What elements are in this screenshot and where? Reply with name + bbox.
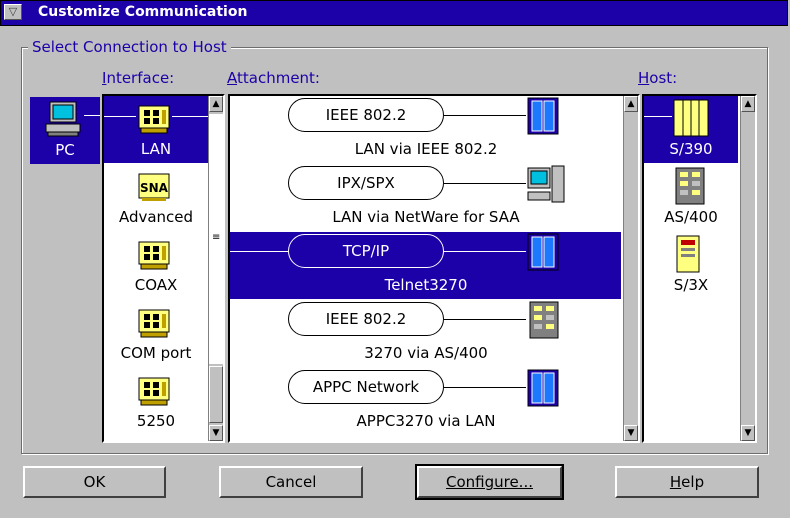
attachment-item[interactable]: IEEE 802.2 LAN via IEEE 802.2 — [230, 96, 621, 163]
attachment-items: IEEE 802.2 LAN via IEEE 802.2 IPX/SPX LAN v… — [230, 96, 621, 441]
scroll-down-button[interactable]: ▼ — [624, 425, 638, 441]
s390-host-icon — [526, 232, 560, 276]
scroll-down-button[interactable]: ▼ — [209, 425, 223, 441]
lan-adapter-icon — [136, 104, 172, 138]
attachment-item-label: Telnet3270 — [384, 276, 468, 294]
attachment-item[interactable]: IPX/SPX LAN via NetWare for SAA — [230, 164, 621, 231]
interface-item[interactable]: SNA Advanced — [104, 164, 208, 231]
scroll-up-button[interactable]: ▲ — [741, 96, 755, 112]
interface-item-label: Advanced — [118, 208, 194, 226]
5250-adapter-icon — [136, 376, 172, 410]
attachment-label: Attachment: — [227, 69, 320, 87]
interface-scrollbar[interactable]: ▲ ≡ ▼ — [208, 96, 223, 441]
ok-button[interactable]: OK — [23, 466, 166, 498]
sna-icon: SNA — [136, 172, 172, 206]
attachment-item-label: APPC3270 via LAN — [356, 412, 496, 430]
protocol-pill: TCP/IP — [288, 234, 444, 268]
interface-item-label: 5250 — [136, 412, 176, 430]
interface-item[interactable]: LAN — [104, 96, 208, 163]
attachment-label-rest: ttachment: — [237, 69, 320, 87]
connector-line — [444, 115, 526, 116]
cancel-button[interactable]: Cancel — [219, 466, 363, 498]
s390-host-icon — [526, 368, 560, 412]
protocol-pill: IEEE 802.2 — [288, 302, 444, 336]
connector-line — [444, 319, 526, 320]
system-menu-icon[interactable]: ▽ — [4, 4, 22, 20]
protocol-pill: APPC Network — [288, 370, 444, 404]
attachment-list[interactable]: IEEE 802.2 LAN via IEEE 802.2 IPX/SPX LAN v… — [228, 94, 640, 443]
interface-list[interactable]: LAN SNA Advanced COAX COM port 5250 ▲ ≡ ▼ — [102, 94, 225, 443]
interface-label: Interface: — [102, 69, 175, 87]
svg-text:SNA: SNA — [140, 181, 169, 195]
host-scrollbar[interactable]: ▲ ▼ — [740, 96, 755, 441]
host-item-label: AS/400 — [664, 208, 718, 226]
scroll-down-button[interactable]: ▼ — [741, 425, 755, 441]
protocol-pill: IEEE 802.2 — [288, 98, 444, 132]
connector-line — [644, 116, 672, 117]
pc-label: PC — [55, 141, 75, 159]
help-button[interactable]: Help — [615, 466, 759, 498]
pc-item[interactable]: PC — [30, 97, 100, 164]
host-label: Host: — [638, 69, 678, 87]
com-port-adapter-icon — [136, 308, 172, 342]
connector-line — [172, 116, 208, 117]
attachment-item-label: 3270 via AS/400 — [364, 344, 488, 362]
connector-line — [444, 251, 526, 252]
scroll-up-button[interactable]: ▲ — [209, 96, 223, 112]
as400-host-icon — [526, 300, 562, 344]
window-title: Customize Communication — [38, 4, 248, 20]
protocol-pill: IPX/SPX — [288, 166, 444, 200]
s390-host-icon — [526, 96, 560, 140]
attachment-scrollbar[interactable]: ▲ ▼ — [623, 96, 638, 441]
interface-item[interactable]: 5250 — [104, 368, 208, 435]
configure-button-label: Configure... — [445, 473, 533, 491]
s3x-host-icon — [672, 234, 702, 278]
interface-label-rest: nterface: — [106, 69, 175, 87]
connector-line — [104, 116, 136, 117]
configure-button[interactable]: Configure... — [415, 464, 564, 500]
connector-line — [444, 183, 526, 184]
host-item-label: S/3X — [673, 276, 709, 294]
coax-adapter-icon — [136, 240, 172, 274]
help-button-label-rest: elp — [681, 473, 705, 491]
host-label-rest: ost: — [649, 69, 678, 87]
scroll-up-button[interactable]: ▲ — [624, 96, 638, 112]
interface-item-label: COM port — [120, 344, 192, 362]
host-item-label: S/390 — [669, 140, 713, 158]
attachment-item[interactable]: IEEE 802.2 3270 via AS/400 — [230, 300, 621, 367]
scroll-thumb[interactable] — [209, 366, 223, 423]
host-list[interactable]: S/390 AS/400 S/3X ▲ ▼ — [642, 94, 757, 443]
host-item[interactable]: S/3X — [644, 232, 738, 299]
pc-connector-line — [84, 115, 100, 116]
netware-server-icon — [526, 164, 566, 208]
attachment-item-label: LAN via NetWare for SAA — [332, 208, 520, 226]
interface-item-label: LAN — [140, 140, 172, 158]
interface-item[interactable]: COAX — [104, 232, 208, 299]
interface-item[interactable]: COM port — [104, 300, 208, 367]
s390-host-icon — [672, 98, 710, 142]
attachment-item[interactable]: APPC Network APPC3270 via LAN — [230, 368, 621, 435]
interface-items: LAN SNA Advanced COAX COM port 5250 — [104, 96, 208, 441]
connector-line — [444, 387, 526, 388]
interface-item-label: COAX — [134, 276, 178, 294]
host-item[interactable]: S/390 — [644, 96, 738, 163]
connector-line — [230, 251, 288, 252]
host-items: S/390 AS/400 S/3X — [644, 96, 738, 441]
as400-host-icon — [672, 166, 708, 210]
group-label: Select Connection to Host — [28, 38, 231, 56]
attachment-item[interactable]: TCP/IP Telnet3270 — [230, 232, 621, 299]
attachment-item-label: LAN via IEEE 802.2 — [354, 140, 498, 158]
pc-icon — [45, 101, 81, 137]
scroll-grip-icon: ≡ — [212, 232, 221, 243]
host-item[interactable]: AS/400 — [644, 164, 738, 231]
